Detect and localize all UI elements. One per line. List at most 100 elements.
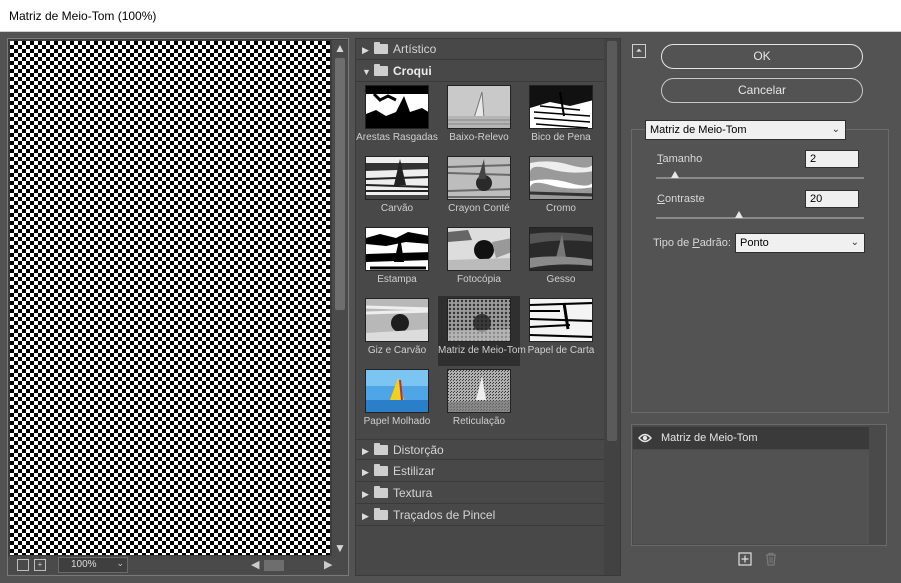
- ok-button[interactable]: OK: [661, 44, 863, 69]
- gallery-scroll-thumb[interactable]: [607, 41, 617, 441]
- category-label: Distorção: [393, 443, 444, 457]
- effect-layers-panel: Matriz de Meio-Tom: [631, 424, 887, 546]
- trash-icon[interactable]: [764, 552, 778, 566]
- filter-thumbnail: [365, 85, 429, 129]
- filter-tile-baixo-relevo[interactable]: Baixo-Relevo: [438, 83, 520, 153]
- filter-label: Carvão: [380, 203, 414, 214]
- filter-thumbnail: [447, 156, 511, 200]
- filter-label: Crayon Conté: [448, 203, 510, 214]
- effect-layers-empty-area: [633, 450, 869, 544]
- category-distorcao[interactable]: ▶ Distorção: [356, 439, 604, 460]
- window-title: Matriz de Meio-Tom (100%): [0, 0, 901, 32]
- filter-tile-gesso[interactable]: Gesso: [520, 225, 602, 295]
- filter-tile-reticulacao[interactable]: Reticulação: [438, 367, 520, 437]
- contrast-slider-track[interactable]: [656, 217, 864, 219]
- effect-layer-name: Matriz de Meio-Tom: [661, 432, 758, 444]
- filter-tile-estampa[interactable]: Estampa: [356, 225, 438, 295]
- eye-icon[interactable]: [638, 432, 652, 444]
- preview-vertical-scrollbar[interactable]: ▲ ▼: [332, 40, 348, 556]
- preview-vscroll-thumb[interactable]: [335, 58, 345, 310]
- collapse-gallery-icon[interactable]: ⏶: [632, 44, 646, 58]
- collapsed-triangle-icon: ▶: [362, 45, 369, 55]
- filter-settings-panel: Matriz de Meio-Tom ⌄ Tamanho 2 Contraste…: [631, 120, 889, 413]
- settings-column: ⏶ OK Cancelar Matriz de Meio-Tom ⌄ Taman…: [630, 38, 898, 578]
- filter-tile-fotocopia[interactable]: Fotocópia: [438, 225, 520, 295]
- preview-canvas[interactable]: [10, 41, 330, 555]
- chevron-down-icon: ⌄: [850, 237, 859, 248]
- preview-hscroll-thumb[interactable]: [264, 560, 284, 571]
- category-label: Textura: [393, 486, 433, 500]
- size-input[interactable]: 2: [805, 150, 859, 168]
- pattern-type-label: Tipo de Padrão:: [653, 237, 731, 249]
- filter-thumbnail: [365, 227, 429, 271]
- size-slider-thumb[interactable]: [670, 171, 679, 178]
- filter-thumbnail: [365, 298, 429, 342]
- contrast-input[interactable]: 20: [805, 190, 859, 208]
- filter-label: Giz e Carvão: [367, 345, 427, 356]
- scroll-right-arrow-icon[interactable]: ▶: [324, 558, 332, 571]
- filter-tile-carvao[interactable]: Carvão: [356, 154, 438, 224]
- filter-select-value: Matriz de Meio-Tom: [650, 124, 747, 136]
- chevron-down-icon: ⌄: [831, 124, 840, 135]
- zoom-select[interactable]: 100% ⌄: [58, 557, 128, 573]
- category-tracados-de-pincel[interactable]: ▶ Traçados de Pincel: [356, 505, 604, 526]
- filter-thumbnail: [447, 298, 511, 342]
- preview-toolbar: + 100% ⌄ ◀ ▶: [8, 556, 348, 575]
- category-estilizar[interactable]: ▶ Estilizar: [356, 461, 604, 482]
- folder-icon: [374, 486, 388, 498]
- filter-label: Cromo: [545, 203, 576, 214]
- filter-label: Baixo-Relevo: [449, 132, 509, 143]
- scroll-left-arrow-icon[interactable]: ◀: [251, 558, 259, 571]
- expanded-triangle-icon: ▼: [362, 67, 371, 77]
- category-label: Traçados de Pincel: [393, 508, 496, 522]
- filter-label: Gesso: [546, 274, 576, 285]
- pattern-type-select[interactable]: Ponto ⌄: [735, 233, 865, 253]
- category-textura[interactable]: ▶ Textura: [356, 483, 604, 504]
- filter-tile-giz-e-carvao[interactable]: Giz e Carvão: [356, 296, 438, 366]
- zoom-out-button[interactable]: [17, 559, 29, 571]
- filter-label: Arestas Rasgadas: [356, 132, 438, 143]
- filter-label: Papel de Carta: [527, 345, 595, 356]
- filter-label: Papel Molhado: [363, 416, 431, 427]
- filter-label: Bico de Pena: [531, 132, 591, 143]
- category-label: Estilizar: [393, 464, 436, 478]
- cancel-button[interactable]: Cancelar: [661, 78, 863, 103]
- zoom-in-button[interactable]: +: [34, 559, 46, 571]
- filter-thumbnail: [529, 156, 593, 200]
- filter-thumbnails: Arestas Rasgadas Baixo-Relevo Bico de Pe…: [356, 83, 604, 439]
- size-slider-track[interactable]: [656, 177, 864, 179]
- filter-thumbnail: [447, 227, 511, 271]
- filter-thumbnail: [365, 156, 429, 200]
- filter-tile-bico-de-pena[interactable]: Bico de Pena: [520, 83, 602, 153]
- gallery-scrollbar[interactable]: [604, 39, 620, 575]
- category-croqui[interactable]: ▼ Croqui: [356, 61, 604, 82]
- filter-tile-papel-molhado[interactable]: Papel Molhado: [356, 367, 438, 437]
- effect-layer-row[interactable]: Matriz de Meio-Tom: [633, 427, 869, 449]
- category-label: Croqui: [393, 64, 432, 78]
- filter-label: Reticulação: [452, 416, 506, 427]
- filter-thumbnail: [529, 227, 593, 271]
- filter-label: Fotocópia: [457, 274, 501, 285]
- folder-icon: [374, 464, 388, 476]
- size-label: Tamanho: [657, 153, 703, 165]
- folder-icon: [374, 443, 388, 455]
- category-artistico[interactable]: ▶ Artístico: [356, 39, 604, 60]
- filter-tile-matriz-de-meio-tom[interactable]: Matriz de Meio-Tom: [438, 296, 526, 366]
- filter-tile-cromo[interactable]: Cromo: [520, 154, 602, 224]
- scroll-down-arrow-icon[interactable]: ▼: [332, 540, 348, 556]
- filter-thumbnail: [529, 298, 593, 342]
- filter-label: Matriz de Meio-Tom: [438, 345, 526, 356]
- filter-tile-crayon-conte[interactable]: Crayon Conté: [438, 154, 520, 224]
- plus-square-icon[interactable]: [738, 552, 752, 566]
- filter-tile-arestas-rasgadas[interactable]: Arestas Rasgadas: [356, 83, 438, 153]
- pattern-type-value: Ponto: [740, 237, 769, 249]
- filter-select[interactable]: Matriz de Meio-Tom ⌄: [645, 120, 846, 140]
- contrast-label: Contraste: [657, 193, 705, 205]
- filter-label: Estampa: [377, 274, 417, 285]
- contrast-slider-thumb[interactable]: [735, 211, 744, 218]
- folder-icon: [374, 508, 388, 520]
- scroll-up-arrow-icon[interactable]: ▲: [332, 40, 348, 56]
- collapsed-triangle-icon: ▶: [362, 467, 369, 477]
- zoom-value: 100%: [71, 559, 97, 570]
- filter-tile-papel-de-carta[interactable]: Papel de Carta: [520, 296, 602, 366]
